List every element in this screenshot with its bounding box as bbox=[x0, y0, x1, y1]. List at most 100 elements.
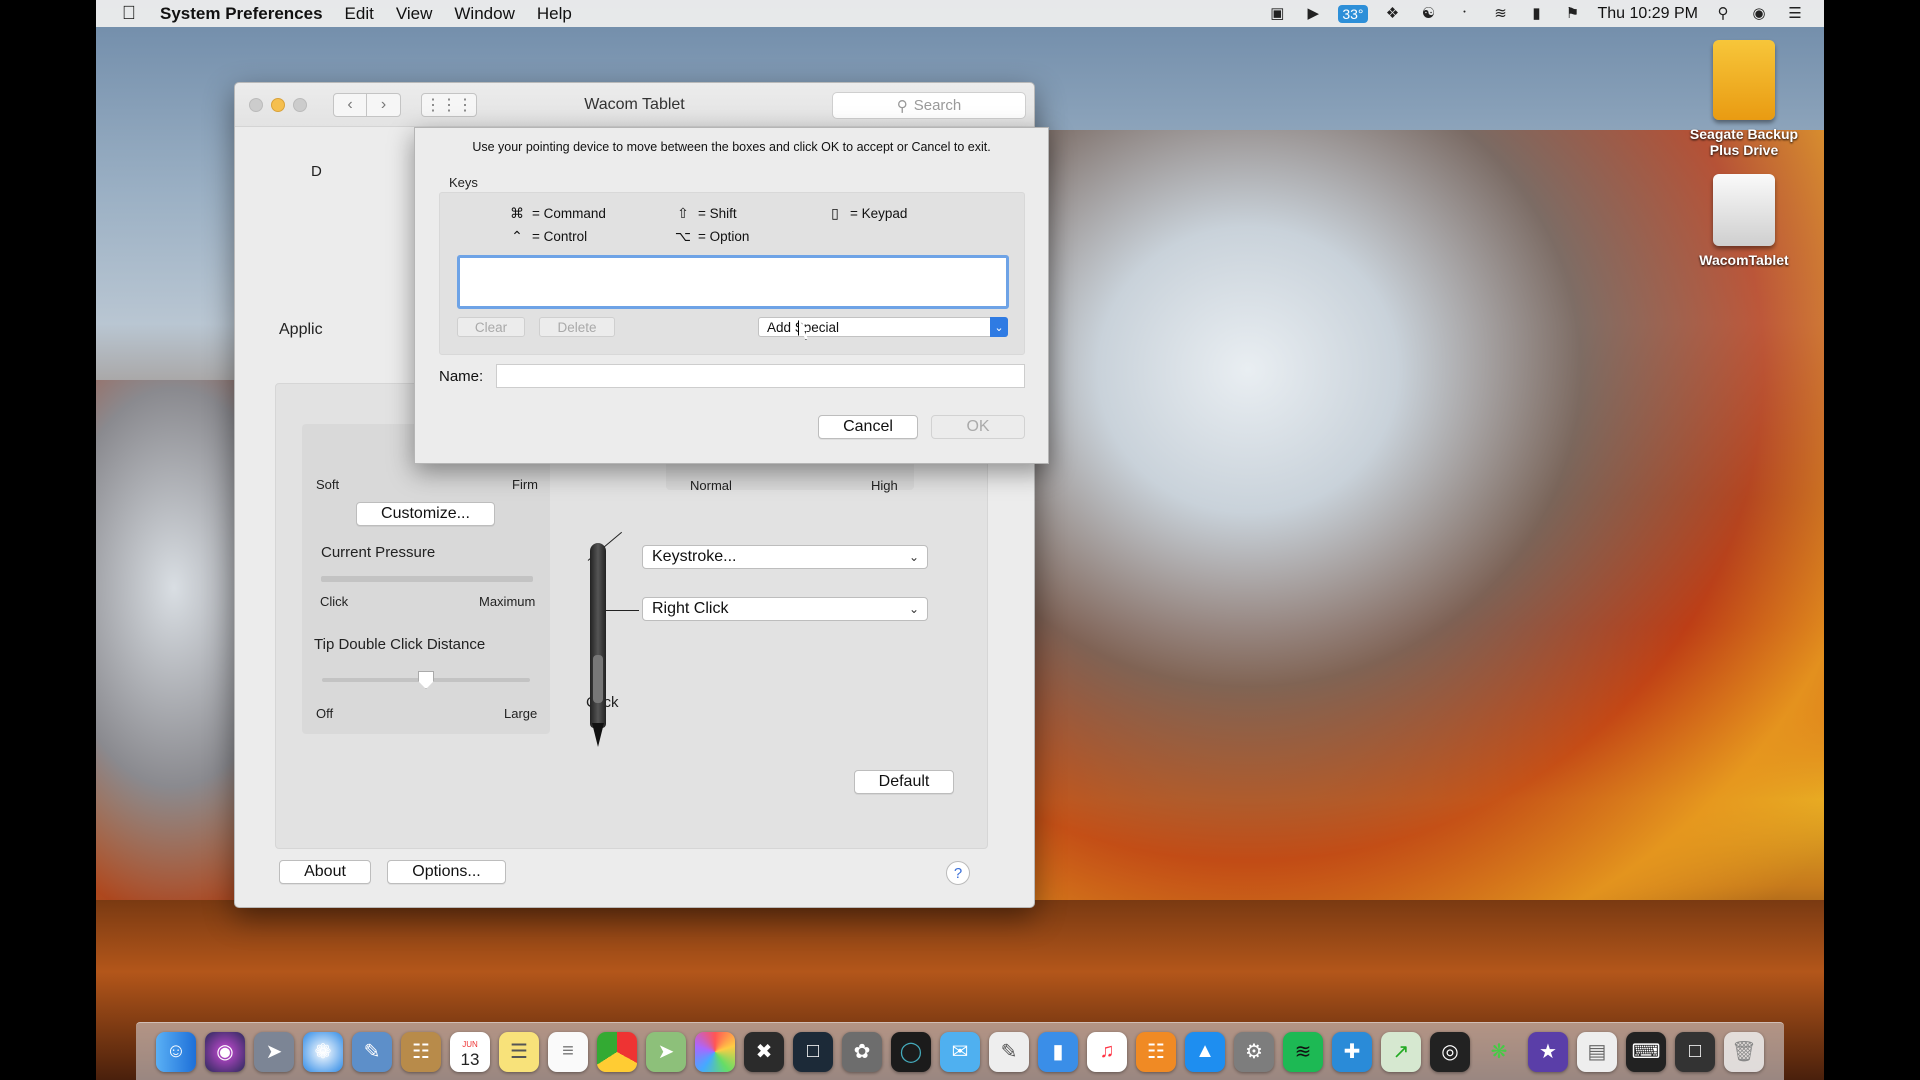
back-chevron-icon[interactable]: ‹ bbox=[333, 92, 367, 117]
show-all-grid-icon[interactable]: ⋮⋮⋮ bbox=[421, 92, 477, 117]
minimize-button[interactable] bbox=[271, 97, 285, 112]
cancel-button[interactable]: Cancel bbox=[818, 415, 918, 439]
reminders-icon[interactable]: ≡ bbox=[548, 1031, 588, 1072]
drive-label: Seagate Backup Plus Drive bbox=[1689, 126, 1799, 158]
upper-side-button-popup[interactable]: Keystroke... ⌄ bbox=[642, 545, 928, 569]
contacts-icon[interactable]: ☷ bbox=[401, 1031, 441, 1072]
chrome-icon[interactable] bbox=[597, 1031, 637, 1072]
clock[interactable]: Thu 10:29 PM bbox=[1598, 5, 1699, 23]
terminal-icon[interactable]: ⌨ bbox=[1626, 1031, 1666, 1072]
keystroke-input[interactable] bbox=[457, 255, 1009, 309]
clear-button[interactable]: Clear bbox=[457, 317, 525, 337]
close-button[interactable] bbox=[249, 97, 263, 112]
disk-image-icon bbox=[1713, 174, 1775, 246]
lightroom-icon[interactable]: □ bbox=[793, 1031, 833, 1072]
partial-label: D bbox=[311, 163, 322, 180]
about-button[interactable]: About bbox=[279, 860, 371, 884]
siri-icon[interactable]: ◉ bbox=[1748, 5, 1770, 22]
applications-label: Applic bbox=[279, 321, 323, 338]
search-field[interactable]: ⚲ Search bbox=[832, 92, 1026, 119]
launchpad-icon[interactable]: ➤ bbox=[254, 1031, 294, 1072]
motion-icon[interactable]: ✿ bbox=[842, 1031, 882, 1072]
calendar-icon[interactable]: JUN 13 bbox=[450, 1031, 490, 1072]
books-icon[interactable]: ☷ bbox=[1136, 1031, 1176, 1072]
current-pressure-meter bbox=[321, 576, 533, 582]
double-click-large-label: Large bbox=[504, 706, 538, 721]
forward-chevron-icon[interactable]: › bbox=[367, 92, 401, 117]
keynote-icon[interactable]: ▮ bbox=[1038, 1031, 1078, 1072]
preview-icon[interactable]: ✎ bbox=[352, 1031, 392, 1072]
default-button[interactable]: Default bbox=[854, 770, 954, 794]
itunes-icon[interactable]: ♫ bbox=[1087, 1031, 1127, 1072]
trash-icon[interactable]: 🗑 bbox=[1724, 1031, 1764, 1072]
customize-button[interactable]: Customize... bbox=[356, 502, 495, 526]
pressure-max-label: Maximum bbox=[479, 594, 536, 609]
finder-icon[interactable]: ☺ bbox=[156, 1031, 196, 1072]
name-field[interactable] bbox=[496, 364, 1025, 388]
spotlight-search-icon[interactable]: ⚲ bbox=[1712, 5, 1734, 22]
creative-cloud-icon[interactable]: ☯ bbox=[1418, 5, 1440, 22]
menu-view[interactable]: View bbox=[396, 4, 433, 24]
pen-side-buttons bbox=[593, 655, 603, 703]
display-icon[interactable]: ▣ bbox=[1266, 5, 1288, 22]
shift-key-icon: ⇧ bbox=[677, 205, 689, 221]
messages-icon[interactable]: ✉ bbox=[940, 1031, 980, 1072]
menu-window[interactable]: Window bbox=[454, 4, 514, 24]
add-special-popup[interactable]: Add Special ⌄ bbox=[758, 317, 1008, 337]
apple-menu-icon[interactable]:  bbox=[118, 3, 140, 25]
dropbox-icon[interactable]: ❖ bbox=[1382, 5, 1404, 22]
safari-icon[interactable]: ❁ bbox=[303, 1031, 343, 1072]
screen-capture-icon[interactable]: □ bbox=[1675, 1031, 1715, 1072]
zoom-button[interactable] bbox=[293, 97, 307, 112]
flag-icon[interactable]: ⚑ bbox=[1562, 5, 1584, 22]
legend-command: ⌘ = Command bbox=[508, 205, 606, 222]
maps-icon[interactable]: ➤ bbox=[646, 1031, 686, 1072]
system-preferences-icon[interactable]: ⚙ bbox=[1234, 1031, 1274, 1072]
obs-icon[interactable]: ◎ bbox=[1430, 1031, 1470, 1072]
ok-button[interactable]: OK bbox=[931, 415, 1025, 439]
pressure-min-label: Click bbox=[320, 594, 349, 609]
siri-icon[interactable]: ◉ bbox=[205, 1031, 245, 1072]
options-button[interactable]: Options... bbox=[387, 860, 506, 884]
tip-feel-firm-label: Firm bbox=[512, 477, 538, 492]
app-store-icon[interactable]: ▲ bbox=[1185, 1031, 1225, 1072]
help-button[interactable]: ? bbox=[946, 861, 970, 885]
wifi-icon[interactable]: ≋ bbox=[1490, 5, 1512, 22]
dock: ☺ ◉ ➤ ❁ ✎ ☷ JUN 13 ☰ ≡ ➤ ✖ □ ✿ ◯ ✉ ✎ ▮ ♫… bbox=[136, 1022, 1784, 1080]
temperature-badge[interactable]: 33° bbox=[1338, 4, 1368, 23]
quicktime-icon[interactable]: ◯ bbox=[891, 1031, 931, 1072]
plant-app-icon[interactable]: ❋ bbox=[1479, 1032, 1519, 1072]
pages-icon[interactable]: ✎ bbox=[989, 1031, 1029, 1072]
imovie-icon[interactable]: ★ bbox=[1528, 1031, 1568, 1072]
double-click-off-label: Off bbox=[316, 706, 334, 721]
chevron-down-icon: ⌄ bbox=[908, 602, 919, 616]
title-bar: ‹ › ⋮⋮⋮ Wacom Tablet ⚲ Search bbox=[235, 83, 1034, 127]
delete-button[interactable]: Delete bbox=[539, 317, 615, 337]
menu-edit[interactable]: Edit bbox=[345, 4, 374, 24]
calendar-day: 13 bbox=[460, 1049, 480, 1069]
search-icon: ⚲ bbox=[896, 97, 908, 115]
notification-center-icon[interactable]: ☰ bbox=[1784, 5, 1806, 22]
notes-icon[interactable]: ☰ bbox=[499, 1031, 539, 1072]
photos-icon[interactable] bbox=[695, 1031, 735, 1072]
final-cut-icon[interactable]: ✖ bbox=[744, 1031, 784, 1072]
app-menu[interactable]: System Preferences bbox=[160, 4, 323, 24]
legend-option: ⌥ = Option bbox=[674, 228, 750, 245]
keys-group: ⌘ = Command ⌃ = Control ⇧ = Shift ⌥ = Op… bbox=[439, 192, 1025, 355]
desktop-drive-wacom[interactable]: WacomTablet bbox=[1674, 174, 1814, 268]
menu-help[interactable]: Help bbox=[537, 4, 572, 24]
desktop-drive-seagate[interactable]: Seagate Backup Plus Drive bbox=[1674, 40, 1814, 158]
battery-icon[interactable]: ▮ bbox=[1526, 5, 1548, 22]
spotify-icon[interactable]: ≋ bbox=[1283, 1031, 1323, 1072]
wacom-icon[interactable]: ✚ bbox=[1332, 1031, 1372, 1072]
tip-feel-soft-label: Soft bbox=[316, 477, 340, 492]
double-click-group bbox=[302, 656, 550, 734]
chevron-down-icon: ⌄ bbox=[990, 317, 1008, 337]
lower-side-button-popup[interactable]: Right Click ⌄ bbox=[642, 597, 928, 621]
documents-stack-icon[interactable]: ▤ bbox=[1577, 1031, 1617, 1072]
camera-icon[interactable]: ▶ bbox=[1302, 5, 1324, 22]
bluetooth-icon[interactable]: ᛫ bbox=[1454, 5, 1476, 22]
activity-monitor-icon[interactable]: ↗ bbox=[1381, 1031, 1421, 1072]
tilt-normal-label: Normal bbox=[690, 478, 732, 493]
instructions-text: Use your pointing device to move between… bbox=[472, 140, 991, 154]
